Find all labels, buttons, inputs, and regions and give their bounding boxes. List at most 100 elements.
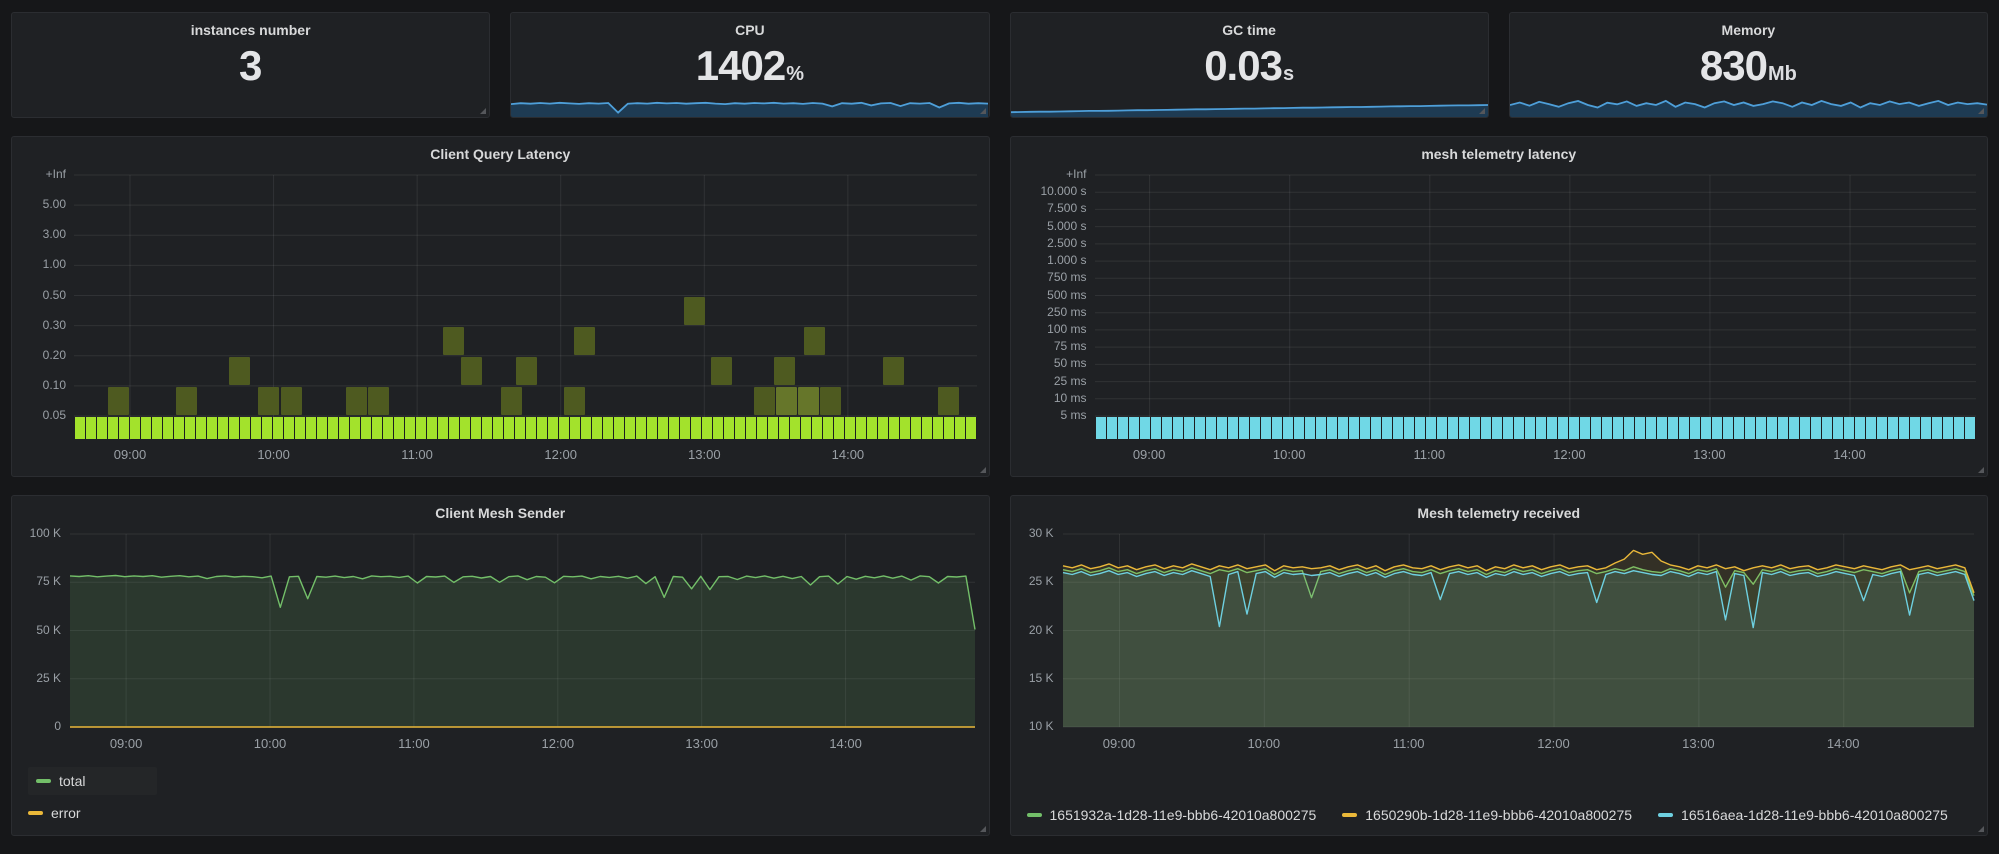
stats-row: instances number 3 CPU 1402% GC time 0.0… (11, 12, 1988, 118)
heatmap-cell (108, 387, 129, 415)
legend-item-error[interactable]: error (28, 805, 81, 821)
client-mesh-sender-chart[interactable]: 100 K75 K50 K25 K009:0010:0011:0012:0013… (18, 528, 983, 755)
y-axis-tick-label: 5.000 s (1017, 219, 1087, 233)
y-axis-tick-label: 500 ms (1017, 288, 1087, 302)
legend-item-1650290b[interactable]: 1650290b-1d28-11e9-bbb6-42010a800275 (1342, 807, 1632, 823)
gc-time-sparkline (1011, 91, 1488, 117)
heatmap-cell (281, 387, 302, 415)
y-axis-tick-label: 75 K (18, 574, 61, 588)
heatmap-cell (798, 387, 819, 415)
panel-title-gc-time[interactable]: GC time (1011, 13, 1488, 43)
heatmap-cell (574, 327, 595, 355)
y-axis-tick-label: 1.000 s (1017, 253, 1087, 267)
panel-cpu: CPU 1402% (510, 12, 989, 118)
x-axis-tick-label: 09:00 (114, 447, 147, 462)
panel-title-cpu[interactable]: CPU (511, 13, 988, 43)
panel-resize-handle[interactable] (980, 108, 986, 114)
heatmap-cell (684, 297, 705, 325)
y-axis-tick-label: 100 K (18, 526, 61, 540)
y-axis-tick-label: 0.30 (18, 318, 66, 332)
x-axis-tick-label: 14:00 (1827, 736, 1860, 751)
panel-title-instances-number[interactable]: instances number (12, 13, 489, 43)
stat-value-gc-time: 0.03 (1204, 42, 1282, 89)
stat-unit-gc-time: s (1283, 63, 1294, 85)
panel-resize-handle[interactable] (980, 826, 986, 832)
timeseries-plot (18, 528, 983, 755)
panel-title-client-mesh-sender[interactable]: Client Mesh Sender (12, 496, 989, 526)
legend-label-total: total (59, 773, 85, 789)
x-axis-tick-label: 14:00 (1833, 447, 1866, 462)
y-axis-tick-label: +Inf (1017, 167, 1087, 181)
panel-mesh-telemetry-received: Mesh telemetry received 30 K25 K20 K15 K… (1010, 495, 1989, 836)
sparkline-svg (1011, 91, 1488, 117)
panel-resize-handle[interactable] (1479, 108, 1485, 114)
x-axis-tick-label: 11:00 (1393, 736, 1425, 751)
legend-swatch-16516aea (1658, 813, 1673, 817)
y-axis-tick-label: +Inf (18, 167, 66, 181)
y-axis-tick-label: 10.000 s (1017, 184, 1087, 198)
heatmap-bottom-bar (75, 417, 977, 439)
stat-value-instances: 3 (239, 42, 261, 89)
heatmap-cell (883, 357, 904, 385)
heatmap-cell (501, 387, 522, 415)
y-axis-tick-label: 3.00 (18, 227, 66, 241)
heatmap-cell (368, 387, 389, 415)
x-axis-tick-label: 10:00 (1248, 736, 1281, 751)
y-axis-tick-label: 50 ms (1017, 356, 1087, 370)
legend-item-1651932a[interactable]: 1651932a-1d28-11e9-bbb6-42010a800275 (1027, 807, 1317, 823)
mesh-telemetry-received-chart[interactable]: 30 K25 K20 K15 K10 K09:0010:0011:0012:00… (1017, 528, 1982, 755)
stat-value-memory: 830 (1700, 42, 1767, 89)
panel-resize-handle[interactable] (1978, 108, 1984, 114)
x-axis-tick-label: 13:00 (685, 736, 718, 751)
panel-resize-handle[interactable] (1978, 826, 1984, 832)
y-axis-tick-label: 30 K (1017, 526, 1054, 540)
stat-unit-memory: Mb (1768, 63, 1797, 85)
panel-gc-time: GC time 0.03s (1010, 12, 1489, 118)
panel-resize-handle[interactable] (480, 108, 486, 114)
panel-title-mesh-telemetry-received[interactable]: Mesh telemetry received (1011, 496, 1988, 526)
panel-mesh-telemetry-latency: mesh telemetry latency +Inf 10.000 s 7.500… (1010, 136, 1989, 477)
panel-title-memory[interactable]: Memory (1510, 13, 1987, 43)
legend-item-total[interactable]: total (28, 767, 157, 795)
y-axis-tick-label: 0.10 (18, 378, 66, 392)
panel-client-mesh-sender: Client Mesh Sender 100 K75 K50 K25 K009:… (11, 495, 990, 836)
x-axis-tick-label: 13:00 (688, 447, 721, 462)
sparkline-svg (1510, 91, 1987, 117)
legend-item-16516aea[interactable]: 16516aea-1d28-11e9-bbb6-42010a800275 (1658, 807, 1948, 823)
client-query-latency-heatmap[interactable]: +Inf5.003.001.000.500.300.200.100.0509:0… (18, 169, 983, 468)
x-axis-tick-label: 12:00 (1553, 447, 1586, 462)
timeseries-row: Client Mesh Sender 100 K75 K50 K25 K009:… (11, 495, 1988, 836)
panel-title-mesh-telemetry-latency[interactable]: mesh telemetry latency (1011, 137, 1988, 167)
heatmap-cell (774, 357, 795, 385)
y-axis-tick-label: 0.05 (18, 408, 66, 422)
heatmap-cell (229, 357, 250, 385)
x-axis-tick-label: 14:00 (832, 447, 865, 462)
x-axis-tick-label: 12:00 (542, 736, 575, 751)
heatmap-cell (346, 387, 367, 415)
y-axis-tick-label: 250 ms (1017, 305, 1087, 319)
panel-resize-handle[interactable] (980, 467, 986, 473)
y-axis-tick-label: 2.500 s (1017, 236, 1087, 250)
y-axis-tick-label: 750 ms (1017, 270, 1087, 284)
x-axis-tick-label: 13:00 (1682, 736, 1715, 751)
heatmap-cell (443, 327, 464, 355)
heatmap-cell (820, 387, 841, 415)
y-axis-tick-label: 0.20 (18, 348, 66, 362)
x-axis-tick-label: 10:00 (1273, 447, 1306, 462)
y-axis-tick-label: 5 ms (1017, 408, 1087, 422)
panel-resize-handle[interactable] (1978, 467, 1984, 473)
heatmap-cell (804, 327, 825, 355)
y-axis-tick-label: 1.00 (18, 257, 66, 271)
x-axis-tick-label: 12:00 (544, 447, 577, 462)
panel-memory: Memory 830Mb (1509, 12, 1988, 118)
panel-title-client-query-latency[interactable]: Client Query Latency (12, 137, 989, 167)
legend-swatch-error (28, 811, 43, 815)
x-axis-tick-label: 09:00 (1103, 736, 1136, 751)
y-axis-tick-label: 50 K (18, 623, 61, 637)
stat-value-cpu: 1402 (696, 42, 785, 89)
mesh-telemetry-latency-heatmap[interactable]: +Inf 10.000 s 7.500 s 5.000 s 2.500 s 1.000 s… (1017, 169, 1982, 468)
client-mesh-sender-legend: total error (28, 767, 979, 831)
y-axis-tick-label: 7.500 s (1017, 201, 1087, 215)
x-axis-tick-label: 10:00 (254, 736, 287, 751)
y-axis-tick-label: 0 (18, 719, 61, 733)
